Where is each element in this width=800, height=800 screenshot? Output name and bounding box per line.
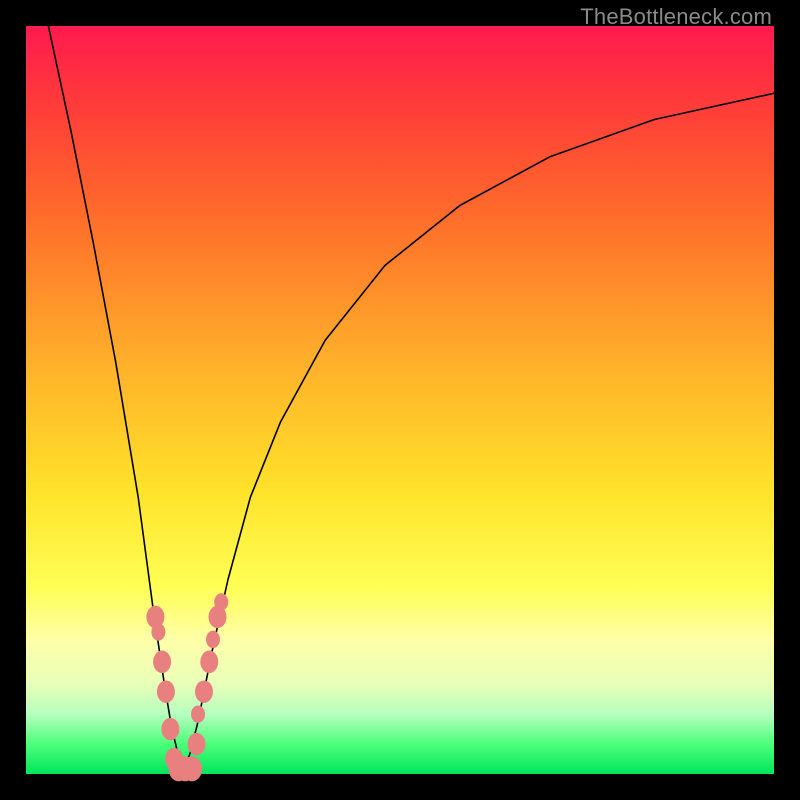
scatter-dot: [200, 651, 218, 674]
scatter-dot: [206, 631, 220, 649]
scatter-dot: [191, 705, 205, 723]
scatter-dot: [161, 718, 179, 741]
scatter-dot: [182, 756, 202, 781]
plot-area: [26, 26, 774, 774]
scatter-dot: [214, 593, 228, 611]
chart-frame: TheBottleneck.com: [0, 0, 800, 800]
chart-svg: [26, 26, 774, 774]
scatter-dots: [146, 593, 228, 781]
scatter-dot: [157, 680, 175, 703]
watermark-text: TheBottleneck.com: [580, 4, 772, 30]
scatter-dot: [151, 623, 165, 641]
scatter-dot: [153, 651, 171, 674]
scatter-dot: [188, 733, 206, 756]
scatter-dot: [195, 680, 213, 703]
